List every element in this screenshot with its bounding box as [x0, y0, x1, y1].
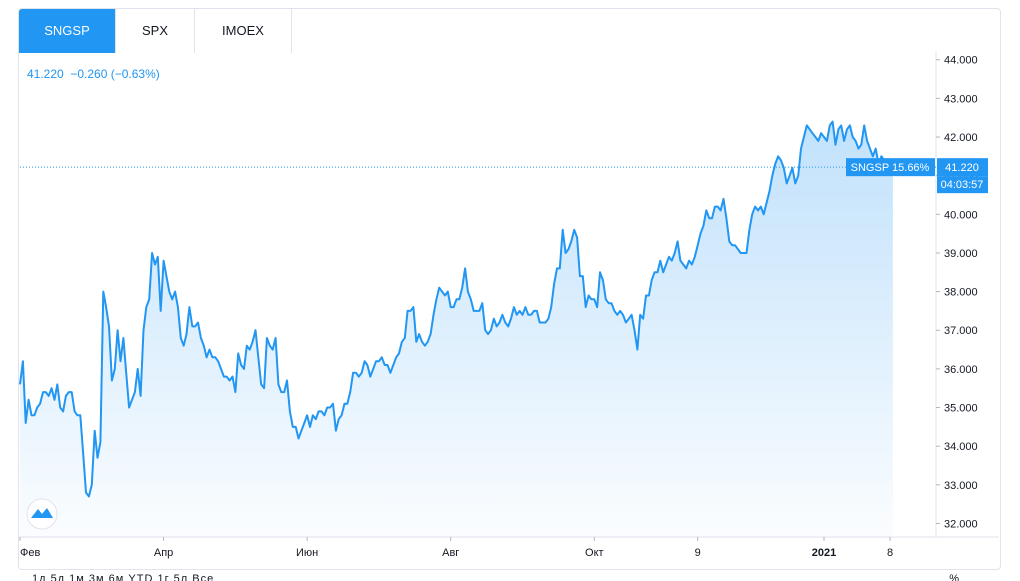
y-axis: 44.00043.00042.00041.00040.00039.00038.0… — [936, 55, 978, 530]
logo-badge[interactable] — [26, 498, 58, 530]
range-footer: 1д 5д 1м 3м 6м YTD 1г 5л Все % — [18, 570, 999, 581]
x-tick-label: Окт — [585, 547, 604, 559]
x-tick-label: Фев — [20, 547, 40, 559]
y-tick-label: 43.000 — [944, 93, 978, 105]
y-tick-label: 36.000 — [944, 364, 978, 376]
y-tick-label: 44.000 — [944, 55, 978, 67]
y-tick-label: 35.000 — [944, 403, 978, 415]
y-tick-label: 37.000 — [944, 325, 978, 337]
y-tick-label: 38.000 — [944, 287, 978, 299]
x-axis: Фев Апр Июн Авг Окт 9 2021 8 — [19, 537, 893, 559]
x-tick-label: 8 — [887, 547, 893, 559]
percent-toggle[interactable]: % — [949, 573, 959, 581]
symbol-change-label: SNGSP 15.66% — [851, 162, 930, 174]
y-tick-label: 42.000 — [944, 132, 978, 144]
y-tick-label: 39.000 — [944, 248, 978, 260]
x-tick-label: 9 — [695, 547, 701, 559]
x-tick-label: Апр — [154, 547, 173, 559]
y-tick-label: 33.000 — [944, 480, 978, 492]
countdown-label: 04:03:57 — [941, 179, 984, 191]
y-tick-label: 32.000 — [944, 518, 978, 530]
price-chart[interactable]: 44.00043.00042.00041.00040.00039.00038.0… — [0, 0, 1020, 581]
range-buttons[interactable]: 1д 5д 1м 3м 6м YTD 1г 5л Все — [32, 573, 214, 581]
area-fill-layer — [20, 121, 893, 537]
x-tick-label: Июн — [296, 547, 318, 559]
area-fill — [20, 121, 893, 537]
y-tick-label: 34.000 — [944, 441, 978, 453]
last-price-label: 41.220 — [945, 162, 979, 174]
y-tick-label: 40.000 — [944, 209, 978, 221]
x-tick-label: Авг — [442, 547, 459, 559]
x-tick-label: 2021 — [812, 547, 836, 559]
